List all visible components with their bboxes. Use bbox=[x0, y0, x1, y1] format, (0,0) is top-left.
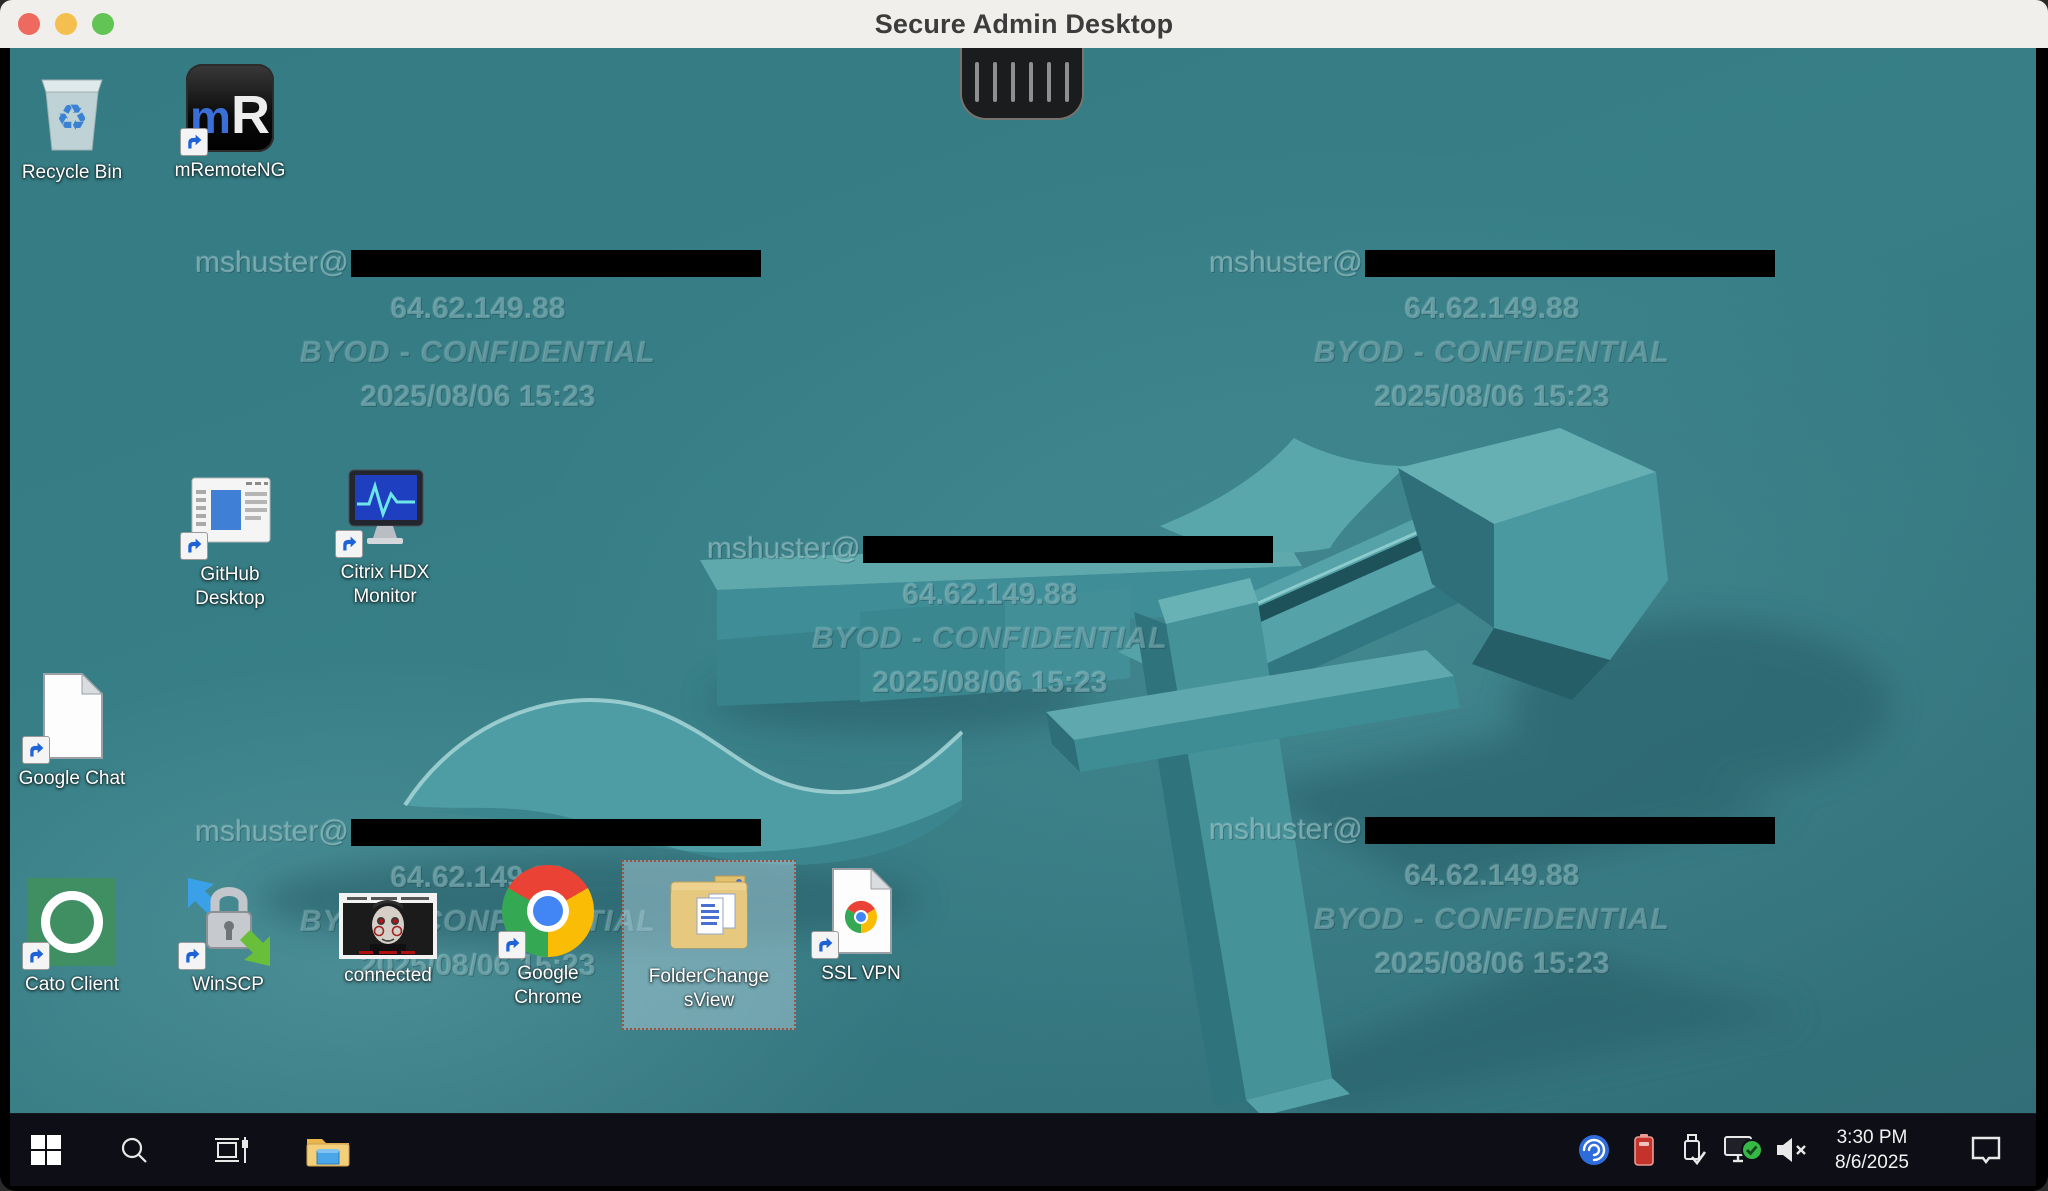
icon-label: WinSCP bbox=[192, 973, 264, 997]
fullscreen-button[interactable] bbox=[92, 13, 114, 35]
icon-label: SSL VPN bbox=[821, 962, 901, 986]
taskbar: 3:30 PM 8/6/2025 bbox=[10, 1113, 2036, 1186]
ssl-vpn-icon bbox=[815, 865, 907, 957]
icon-label: Google Chrome bbox=[486, 962, 610, 1010]
folderchangesview-icon bbox=[663, 868, 755, 960]
desktop-icon-mremoteng[interactable]: mR mRemoteNG bbox=[142, 62, 318, 183]
desktop-icon-ssl-vpn[interactable]: SSL VPN bbox=[773, 865, 949, 986]
desktop-icon-google-chrome[interactable]: Google Chrome bbox=[460, 865, 636, 1010]
screenshot-stage: Secure Admin Desktop bbox=[0, 0, 2048, 1191]
desktop-icon-cato-client[interactable]: Cato Client bbox=[10, 876, 160, 997]
traffic-lights bbox=[18, 0, 114, 48]
wallpaper-logo bbox=[10, 48, 2036, 1186]
shortcut-arrow-icon bbox=[22, 942, 50, 970]
file-explorer-icon bbox=[305, 1131, 351, 1169]
connection-bar-handle[interactable] bbox=[960, 48, 1084, 120]
desktop-icon-connected[interactable]: connected bbox=[300, 893, 476, 988]
desktop-icon-recycle-bin[interactable]: ♻ Recycle Bin bbox=[10, 64, 160, 185]
windows-logo-icon bbox=[30, 1134, 62, 1166]
tray-cato-client-icon[interactable] bbox=[1572, 1114, 1616, 1186]
connected-image-thumbnail bbox=[339, 893, 437, 959]
icon-label: connected bbox=[344, 964, 432, 988]
cato-client-icon bbox=[26, 876, 118, 968]
icon-label: Google Chat bbox=[19, 767, 126, 791]
search-icon bbox=[119, 1135, 149, 1165]
task-view-button[interactable] bbox=[206, 1114, 258, 1186]
taskbar-clock[interactable]: 3:30 PM 8/6/2025 bbox=[1812, 1114, 1932, 1186]
icon-label: Recycle Bin bbox=[22, 161, 122, 185]
titlebar: Secure Admin Desktop bbox=[0, 0, 2048, 49]
google-chrome-icon bbox=[502, 865, 594, 957]
tray-pc-status-ok-icon[interactable] bbox=[1720, 1114, 1766, 1186]
shortcut-arrow-icon bbox=[180, 128, 208, 156]
window-title: Secure Admin Desktop bbox=[875, 9, 1174, 40]
windows-desktop[interactable]: mshuster@ 64.62.149.88 BYOD - CONFIDENTI… bbox=[10, 48, 2036, 1186]
search-button[interactable] bbox=[108, 1114, 160, 1186]
start-button[interactable] bbox=[20, 1114, 72, 1186]
file-explorer-button[interactable] bbox=[298, 1114, 358, 1186]
macos-window: Secure Admin Desktop bbox=[0, 0, 2048, 1191]
desktop-icon-folderchangesview[interactable]: FolderChange sView bbox=[622, 860, 796, 1030]
winscp-icon bbox=[182, 876, 274, 968]
github-desktop-icon bbox=[184, 466, 276, 558]
svg-text:♻: ♻ bbox=[56, 97, 88, 138]
icon-label: GitHub Desktop bbox=[168, 563, 292, 611]
desktop-icon-google-chat[interactable]: Google Chat bbox=[10, 670, 160, 791]
tray-usb-eject-icon[interactable] bbox=[1672, 1114, 1712, 1186]
icon-label: Citrix HDX Monitor bbox=[323, 561, 447, 609]
shortcut-arrow-icon bbox=[811, 931, 839, 959]
shortcut-arrow-icon bbox=[498, 931, 526, 959]
citrix-hdx-monitor-icon bbox=[339, 464, 431, 556]
action-center-icon bbox=[1968, 1133, 2004, 1167]
action-center-button[interactable] bbox=[1960, 1114, 2012, 1186]
shortcut-arrow-icon bbox=[180, 532, 208, 560]
tray-volume-muted-icon[interactable] bbox=[1770, 1114, 1814, 1186]
desktop-icon-citrix-hdx-monitor[interactable]: Citrix HDX Monitor bbox=[297, 464, 473, 609]
clock-date: 8/6/2025 bbox=[1835, 1150, 1909, 1175]
icon-label: mRemoteNG bbox=[175, 159, 286, 183]
icon-label-line2: sView bbox=[684, 989, 734, 1013]
icon-label: Cato Client bbox=[25, 973, 119, 997]
desktop-icon-github-desktop[interactable]: GitHub Desktop bbox=[142, 466, 318, 611]
mremoteng-icon: mR bbox=[184, 62, 276, 154]
recycle-bin-icon: ♻ bbox=[26, 64, 118, 156]
shortcut-arrow-icon bbox=[178, 942, 206, 970]
shortcut-arrow-icon bbox=[22, 736, 50, 764]
google-chat-icon bbox=[26, 670, 118, 762]
task-view-icon bbox=[214, 1135, 250, 1165]
tray-battery-low-icon[interactable] bbox=[1624, 1114, 1664, 1186]
clock-time: 3:30 PM bbox=[1837, 1125, 1908, 1150]
remote-session-area: mshuster@ 64.62.149.88 BYOD - CONFIDENTI… bbox=[0, 48, 2048, 1191]
close-button[interactable] bbox=[18, 13, 40, 35]
icon-label-line1: FolderChange bbox=[649, 965, 769, 989]
minimize-button[interactable] bbox=[55, 13, 77, 35]
shortcut-arrow-icon bbox=[335, 530, 363, 558]
desktop-icon-winscp[interactable]: WinSCP bbox=[140, 876, 316, 997]
